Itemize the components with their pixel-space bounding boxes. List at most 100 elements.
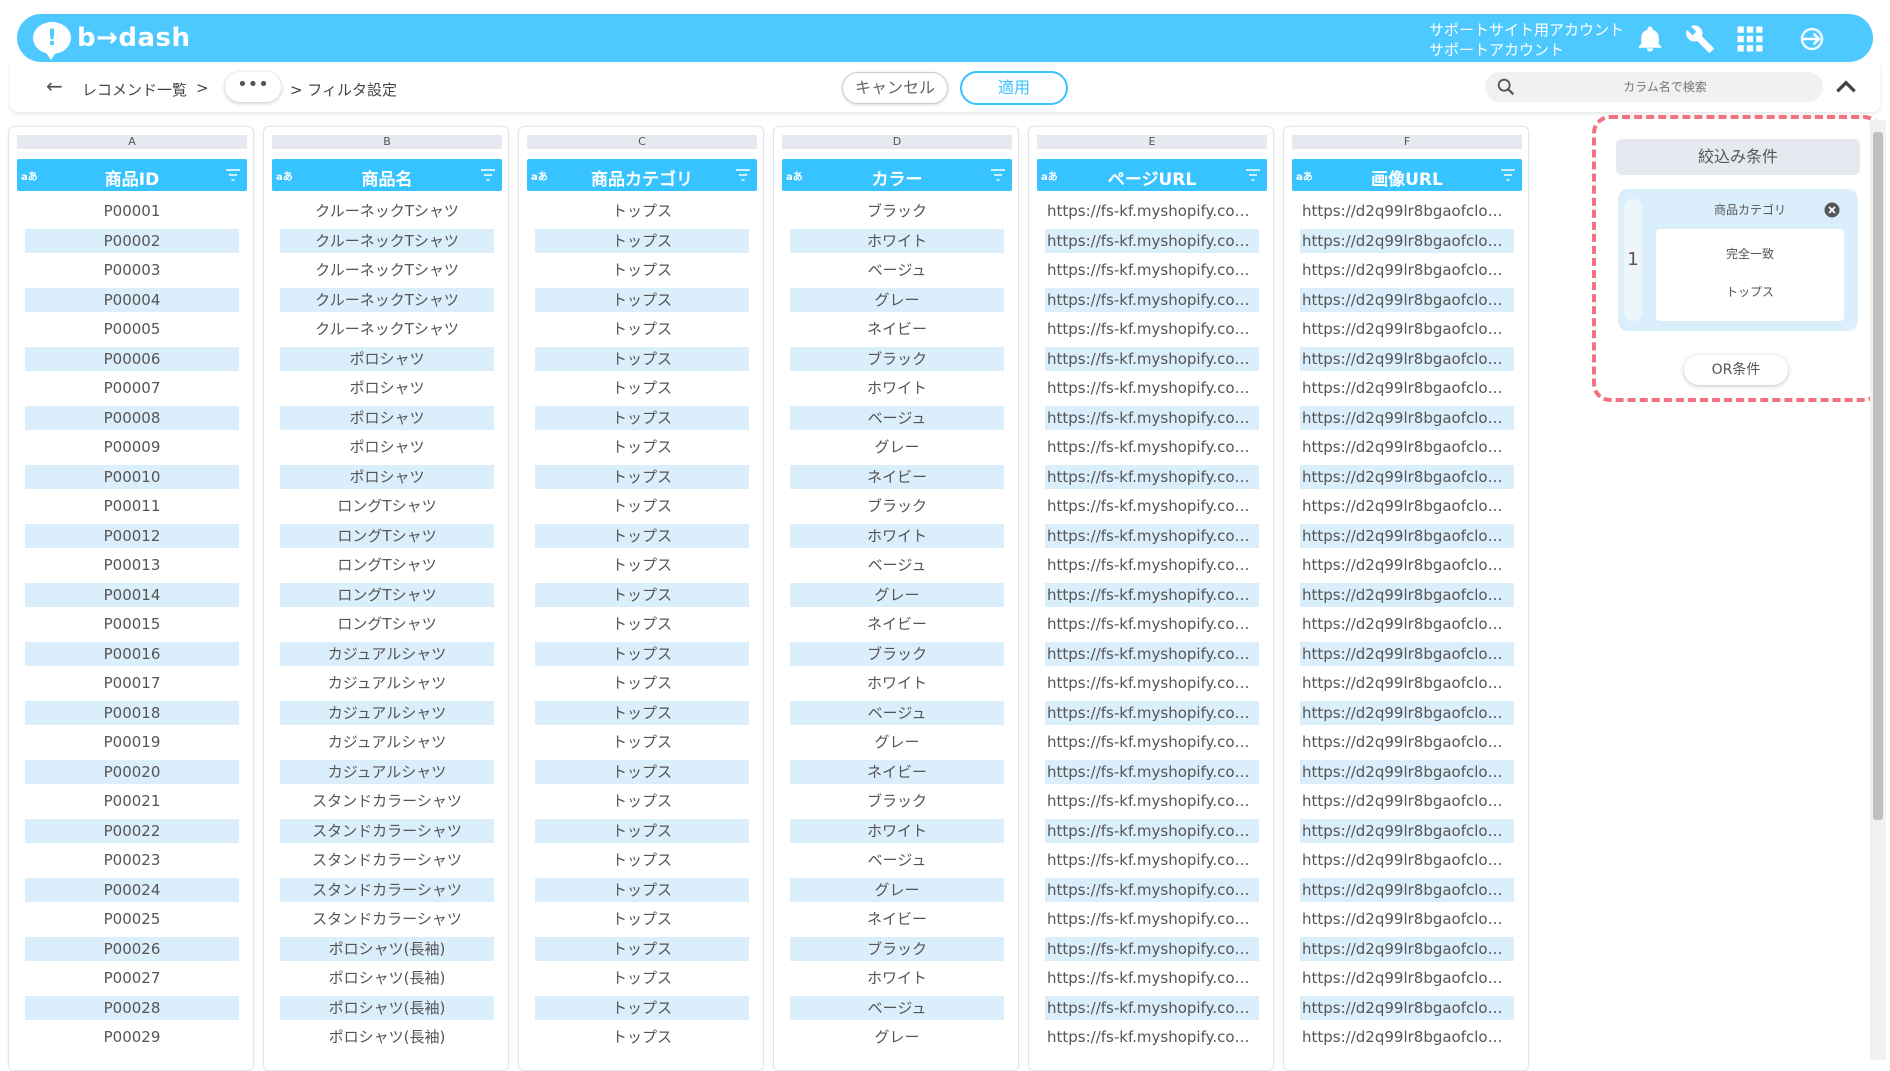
- table-cell: P00012: [25, 523, 239, 548]
- column-header[interactable]: aあ カラー: [782, 159, 1012, 191]
- table-cell: https://d2q99lr8bgaofclo…: [1302, 202, 1503, 220]
- table-cell: ロングTシャツ: [280, 523, 494, 548]
- table-cell: P00029: [103, 1028, 161, 1046]
- column-letter[interactable]: A: [17, 135, 247, 149]
- table-cell: P00011: [103, 497, 161, 515]
- table-cell: トップス: [535, 700, 749, 725]
- condition-value: トップス: [1725, 285, 1774, 299]
- column-header[interactable]: aあ 商品カテゴリ: [527, 159, 757, 191]
- column-letter[interactable]: B: [272, 135, 502, 149]
- table-cell: グレー: [790, 582, 1004, 607]
- table-cell: https://fs-kf.myshopify.com…: [1047, 379, 1259, 397]
- table-cell: クルーネックTシャツ: [315, 202, 459, 220]
- cancel-button[interactable]: キャンセル: [842, 72, 948, 104]
- filter-panel-title: 絞込み条件: [1616, 139, 1860, 175]
- column-header[interactable]: aあ 画像URL: [1292, 159, 1522, 191]
- logout-icon[interactable]: [1797, 24, 1827, 54]
- bell-icon[interactable]: [1635, 24, 1665, 54]
- table-cell: https://d2q99lr8bgaofclo…: [1302, 792, 1503, 810]
- table-cell: トップス: [611, 851, 672, 869]
- table-cell: トップス: [611, 969, 672, 987]
- table-cell: https://d2q99lr8bgaofclo…: [1300, 287, 1514, 312]
- column-title: ページURL: [1107, 170, 1197, 190]
- breadcrumb-more-button[interactable]: •••: [225, 72, 281, 102]
- table-cell: P00021: [103, 792, 161, 810]
- close-icon[interactable]: [1824, 202, 1840, 218]
- logo[interactable]: ! b→dash: [33, 22, 191, 60]
- table-cell: トップス: [535, 936, 749, 961]
- table-cell: ポロシャツ: [280, 346, 494, 371]
- breadcrumb-root[interactable]: レコメンド一覧: [82, 79, 187, 100]
- column-header[interactable]: aあ 商品ID: [17, 159, 247, 191]
- vertical-scrollbar[interactable]: [1870, 120, 1886, 1060]
- column-search[interactable]: [1485, 72, 1823, 102]
- table-cell: ホワイト: [790, 523, 1004, 548]
- table-cell: P00013: [103, 556, 161, 574]
- table-cell: トップス: [611, 910, 672, 928]
- table-cell: トップス: [535, 464, 749, 489]
- column-title: 商品名: [361, 170, 413, 190]
- column-letter[interactable]: D: [782, 135, 1012, 149]
- table-cell: https://fs-kf.myshopify.com…: [1047, 320, 1259, 338]
- or-condition-button[interactable]: OR条件: [1684, 355, 1788, 385]
- column-title: 商品ID: [104, 170, 160, 190]
- chevron-up-icon[interactable]: [1833, 74, 1859, 100]
- table-cell: スタンドカラーシャツ: [312, 792, 462, 810]
- account-line-1: サポートサイト用アカウント: [1429, 21, 1625, 39]
- table-cell: グレー: [874, 438, 920, 456]
- table-cell: https://d2q99lr8bgaofclo…: [1302, 851, 1503, 869]
- grid-icon[interactable]: [1735, 24, 1765, 54]
- table-cell: https://fs-kf.myshopify.com…: [1047, 674, 1259, 692]
- filter-icon[interactable]: [225, 168, 241, 182]
- filter-icon[interactable]: [990, 168, 1006, 182]
- table-cell: トップス: [611, 202, 672, 220]
- filter-icon[interactable]: [1245, 168, 1261, 182]
- filter-icon[interactable]: [1500, 168, 1516, 182]
- table-cell: ポロシャツ(長袖): [280, 936, 494, 961]
- table-cell: P00015: [103, 615, 161, 633]
- table-cell: ポロシャツ: [349, 379, 425, 397]
- table-cell: https://fs-kf.myshopify.com…: [1047, 202, 1259, 220]
- table-cell: P00008: [25, 405, 239, 430]
- table-cell: スタンドカラーシャツ: [312, 910, 462, 928]
- table-cell: P00019: [103, 733, 161, 751]
- filter-icon[interactable]: [480, 168, 496, 182]
- condition-body[interactable]: 完全一致 トップス: [1656, 229, 1844, 321]
- table-cell: https://d2q99lr8bgaofclo…: [1302, 910, 1503, 928]
- apply-button[interactable]: 適用: [960, 71, 1068, 105]
- filter-condition-card[interactable]: 1 商品カテゴリ 完全一致 トップス: [1618, 189, 1858, 331]
- table-cell: https://fs-kf.myshopify.com…: [1047, 851, 1259, 869]
- table-cell: P00022: [25, 818, 239, 843]
- scrollbar-thumb[interactable]: [1873, 132, 1883, 820]
- column-letter[interactable]: C: [527, 135, 757, 149]
- table-cell: トップス: [535, 287, 749, 312]
- table-cell: https://d2q99lr8bgaofclo…: [1300, 700, 1514, 725]
- table-cell: カジュアルシャツ: [280, 700, 494, 725]
- column-letter[interactable]: E: [1037, 135, 1267, 149]
- search-input[interactable]: [1525, 74, 1805, 100]
- table-cell: ブラック: [790, 936, 1004, 961]
- table-cell: P00006: [25, 346, 239, 371]
- table-cell: https://d2q99lr8bgaofclo…: [1302, 379, 1503, 397]
- table-cell: グレー: [790, 877, 1004, 902]
- table-cell: https://fs-kf.myshopify.com…: [1045, 700, 1259, 725]
- table-cell: P00016: [25, 641, 239, 666]
- filter-icon[interactable]: [735, 168, 751, 182]
- top-header: ! b→dash サポートサイト用アカウント サポートアカウント: [17, 14, 1873, 62]
- column-header[interactable]: aあ 商品名: [272, 159, 502, 191]
- table-cell: https://d2q99lr8bgaofclo…: [1302, 615, 1503, 633]
- table-cell: https://fs-kf.myshopify.com…: [1045, 523, 1259, 548]
- column-letter[interactable]: F: [1292, 135, 1522, 149]
- table-cell: トップス: [611, 497, 672, 515]
- table-cell: ロングTシャツ: [337, 556, 437, 574]
- table-cell: https://fs-kf.myshopify.com…: [1047, 556, 1259, 574]
- column-header[interactable]: aあ ページURL: [1037, 159, 1267, 191]
- back-arrow-icon[interactable]: ←: [46, 74, 63, 98]
- table-cell: https://fs-kf.myshopify.com…: [1045, 936, 1259, 961]
- account-info[interactable]: サポートサイト用アカウント サポートアカウント: [1429, 20, 1624, 60]
- table-cell: トップス: [535, 582, 749, 607]
- table-cell: https://fs-kf.myshopify.com…: [1047, 969, 1259, 987]
- table-cell: ベージュ: [790, 995, 1004, 1020]
- table-cell: https://d2q99lr8bgaofclo…: [1300, 582, 1514, 607]
- wrench-icon[interactable]: [1685, 24, 1715, 54]
